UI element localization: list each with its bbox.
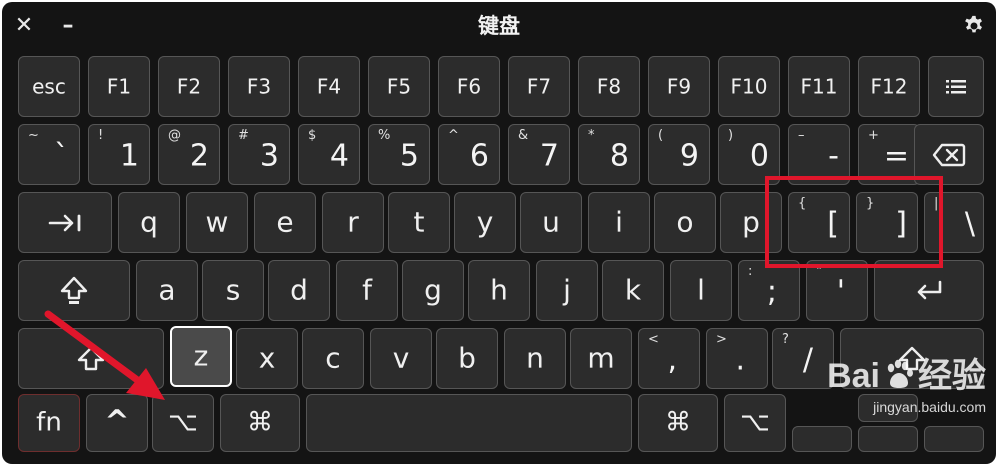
watermark-logo: Bai 经验 <box>827 356 986 396</box>
watermark-logo-left: Bai <box>827 357 880 395</box>
watermark: Bai 经验 jingyan.baidu.com <box>827 356 986 416</box>
watermark-logo-right: 经验 <box>918 357 986 395</box>
watermark-url: jingyan.baidu.com <box>873 399 986 415</box>
paw-icon <box>887 359 913 388</box>
